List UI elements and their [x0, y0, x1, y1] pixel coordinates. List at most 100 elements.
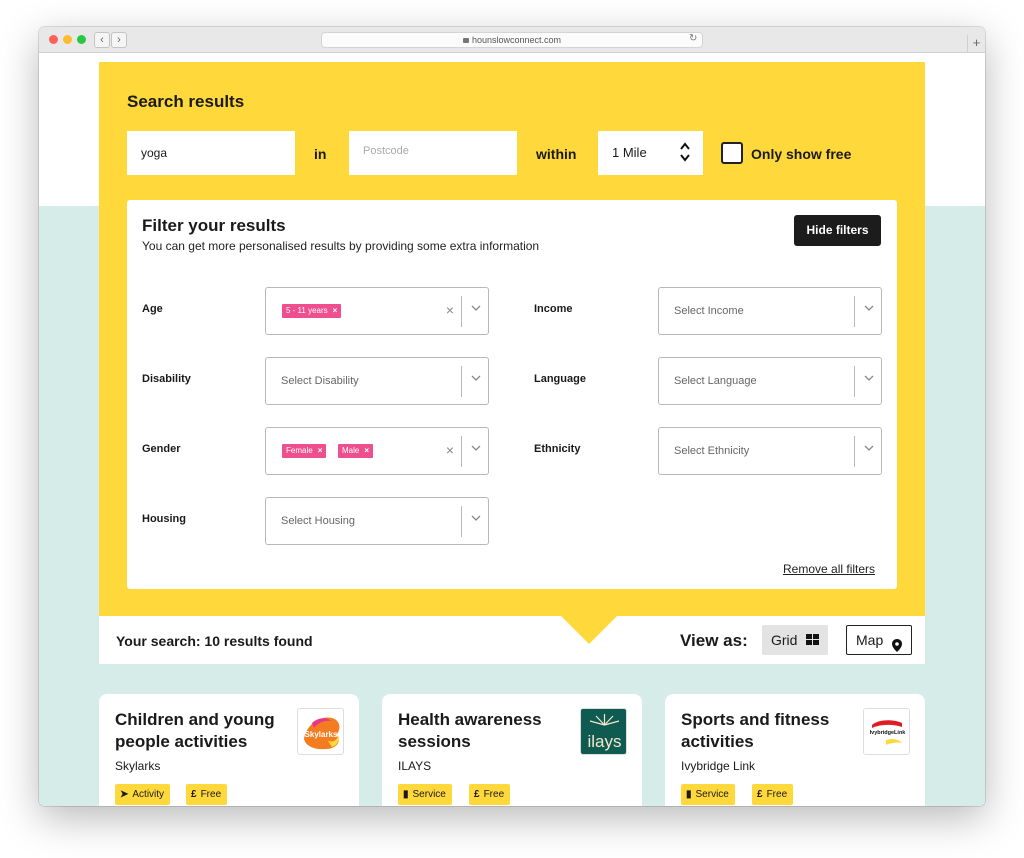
tag-free: £ Free [752, 784, 794, 805]
language-label: Language [534, 373, 586, 385]
age-select[interactable]: 5 - 11 years × × [265, 287, 489, 335]
clipboard-icon: ▮ [403, 789, 409, 800]
map-pin-icon [892, 633, 902, 652]
map-view-label: Map [856, 632, 884, 648]
gender-label: Gender [142, 443, 181, 455]
skylarks-logo: Skylarks [297, 708, 344, 755]
lock-icon [462, 38, 469, 43]
language-placeholder: Select Language [674, 375, 757, 387]
tag-free: £ Free [469, 784, 511, 805]
remove-chip-icon[interactable]: × [333, 306, 338, 315]
address-bar[interactable]: hounslowconnect.com [321, 32, 703, 48]
ethnicity-select[interactable]: Select Ethnicity [658, 427, 882, 475]
clear-icon[interactable]: × [446, 442, 454, 458]
remove-all-filters-link[interactable]: Remove all filters [783, 562, 875, 576]
page-title: Search results [127, 92, 245, 111]
result-card[interactable]: Health awareness sessions ILAYS ilays ▮ S… [382, 694, 642, 806]
pound-icon: £ [757, 789, 763, 800]
postcode-input[interactable]: Postcode [349, 131, 517, 175]
browser-toolbar: ‹ › hounslowconnect.com ↻ + [39, 27, 985, 53]
forward-icon[interactable]: › [111, 32, 127, 48]
paper-plane-icon: ➤ [120, 789, 129, 800]
filter-card: Filter your results You can get more per… [127, 200, 897, 589]
gender-chip-female: Female × [282, 444, 327, 458]
distance-value: 1 Mile [612, 145, 647, 160]
view-as-label: View as: [680, 631, 748, 650]
filter-title: Filter your results [142, 216, 286, 235]
zoom-window-button[interactable] [77, 35, 86, 44]
remove-chip-icon[interactable]: × [364, 446, 369, 455]
gender-chip-male: Male × [338, 444, 374, 458]
age-label: Age [142, 303, 163, 315]
logo-text: Skylarks [305, 730, 338, 739]
income-select[interactable]: Select Income [658, 287, 882, 335]
page-content: Search results yoga in Postcode within 1… [39, 54, 985, 806]
results-count: Your search: 10 results found [116, 633, 313, 649]
housing-select[interactable]: Select Housing [265, 497, 489, 545]
tag-service: ▮ Service [681, 784, 735, 805]
reload-icon[interactable]: ↻ [689, 32, 697, 46]
logo-text: IvybridgeLink [870, 730, 907, 736]
clear-icon[interactable]: × [446, 302, 454, 318]
select-divider [461, 506, 462, 537]
select-divider [854, 296, 855, 327]
chevron-down-icon[interactable] [471, 514, 481, 525]
tag-service: ▮ Service [398, 784, 452, 805]
tag-activity: ➤ Activity [115, 784, 171, 805]
chevron-down-icon[interactable] [864, 304, 874, 315]
housing-placeholder: Select Housing [281, 515, 355, 527]
minimize-window-button[interactable] [63, 35, 72, 44]
card-organisation: Skylarks [115, 759, 161, 773]
age-chip: 5 - 11 years × [282, 304, 342, 318]
chevron-down-icon[interactable] [471, 444, 481, 455]
income-placeholder: Select Income [674, 305, 744, 317]
back-icon[interactable]: ‹ [94, 32, 110, 48]
card-title[interactable]: Children and young people activities [115, 709, 287, 753]
distance-select[interactable]: 1 Mile [598, 131, 703, 175]
disability-select[interactable]: Select Disability [265, 357, 489, 405]
only-free-checkbox[interactable] [721, 142, 743, 164]
card-title[interactable]: Sports and fitness activities [681, 709, 853, 753]
chevron-down-icon[interactable] [471, 374, 481, 385]
result-card[interactable]: Children and young people activities Sky… [99, 694, 359, 806]
card-title[interactable]: Health awareness sessions [398, 709, 570, 753]
age-chip-label: 5 - 11 years [286, 306, 328, 315]
tag-label: Free [483, 789, 505, 800]
tag-label: Activity [132, 789, 165, 800]
select-divider [461, 436, 462, 467]
chevron-down-icon[interactable] [864, 444, 874, 455]
close-window-button[interactable] [49, 35, 58, 44]
income-label: Income [534, 303, 573, 315]
select-divider [854, 436, 855, 467]
select-divider [461, 366, 462, 397]
chevron-down-icon[interactable] [471, 304, 481, 315]
pound-icon: £ [474, 789, 480, 800]
clipboard-icon: ▮ [686, 789, 692, 800]
up-down-chevron-icon [679, 141, 691, 166]
gender-select[interactable]: Female × Male × × [265, 427, 489, 475]
tag-free: £ Free [186, 784, 228, 805]
panel-pointer [561, 616, 617, 644]
remove-chip-icon[interactable]: × [318, 446, 323, 455]
housing-label: Housing [142, 513, 186, 525]
pound-icon: £ [191, 789, 197, 800]
language-select[interactable]: Select Language [658, 357, 882, 405]
in-label: in [314, 146, 327, 162]
within-label: within [536, 146, 577, 162]
gender-chip-label: Male [342, 446, 360, 455]
result-card[interactable]: Sports and fitness activities Ivybridge … [665, 694, 925, 806]
grid-view-button[interactable]: Grid [762, 625, 828, 655]
search-input[interactable]: yoga [127, 131, 295, 175]
disability-placeholder: Select Disability [281, 375, 359, 387]
only-free-label[interactable]: Only show free [751, 146, 851, 162]
chevron-down-icon[interactable] [864, 374, 874, 385]
hide-filters-button[interactable]: Hide filters [794, 215, 881, 246]
ilays-logo: ilays [580, 708, 627, 755]
logo-text: ilays [587, 732, 621, 751]
results-bar: Your search: 10 results found View as: G… [99, 616, 925, 664]
map-view-button[interactable]: Map [846, 625, 912, 655]
card-organisation: Ivybridge Link [681, 759, 756, 773]
gender-chip-label: Female [286, 446, 313, 455]
ethnicity-placeholder: Select Ethnicity [674, 445, 750, 457]
new-tab-button[interactable]: + [967, 35, 985, 53]
